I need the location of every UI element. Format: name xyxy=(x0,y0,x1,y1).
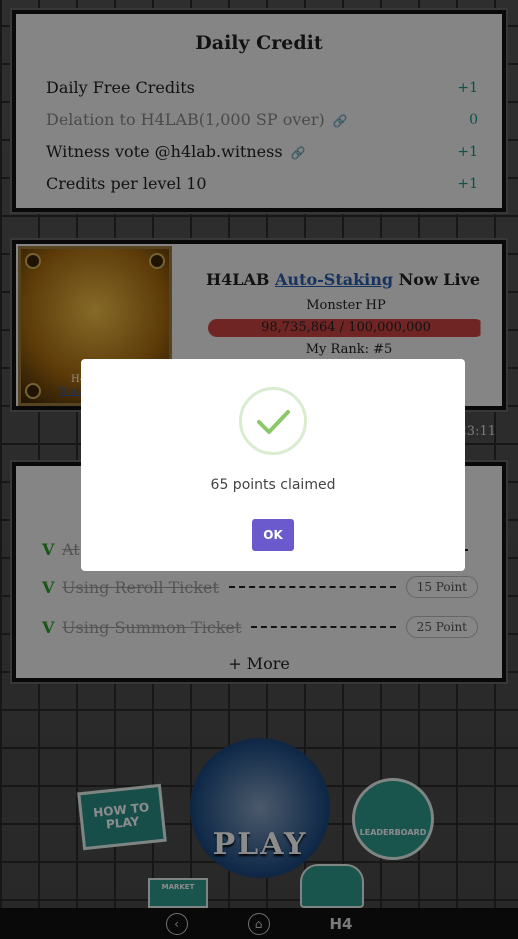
modal-message: 65 points claimed xyxy=(210,477,336,493)
ok-button[interactable]: OK xyxy=(252,519,294,551)
success-check-icon xyxy=(239,387,307,455)
points-claimed-modal: 65 points claimed OK xyxy=(81,359,465,571)
